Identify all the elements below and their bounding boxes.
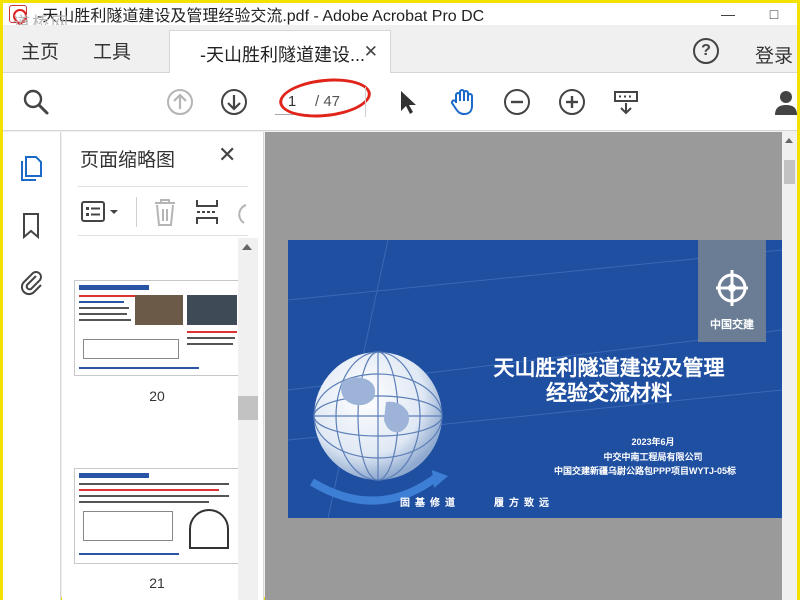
thumb-text [79,495,229,497]
window-controls: — □ [705,3,797,25]
menu-tools[interactable]: 工具 [93,37,131,64]
globe-graphic [309,351,448,505]
thumbnail-scrollbar[interactable] [238,238,258,600]
page-thumbnail-20[interactable] [74,280,240,376]
thumb-text [79,295,139,297]
thumb-text [79,319,131,321]
search-icon[interactable] [21,87,51,117]
thumbnail-label-20: 20 [149,388,165,404]
thumb-heading [79,473,149,478]
document-tab-label: -天山胜利隧道建设... [200,45,365,65]
window-title-bar: 道桥网 -天山胜利隧道建设及管理经验交流.pdf - Adobe Acrobat… [3,3,797,34]
slide-date: 2023年6月 [631,437,675,447]
thumb-text [79,367,199,369]
thumb-diagram [83,511,173,541]
logo-text: 中国交建 [710,319,754,331]
document-scrollbar-thumb[interactable] [784,160,795,184]
page-thumbnails-panel: 页面缩略图 ✕ 20 21 [62,132,264,600]
window-title: -天山胜利隧道建设及管理经验交流.pdf - Adobe Acrobat Pro… [37,8,485,25]
thumb-heading [79,285,149,290]
select-pointer-icon[interactable] [393,87,423,117]
share-user-icon[interactable] [775,87,797,117]
thumb-diagram [83,339,179,359]
help-icon[interactable]: ? [693,38,719,64]
thumb-text [79,483,229,485]
page-display-icon[interactable] [611,87,641,117]
slide-slogan-left: 固基修道 [400,498,460,509]
page-up-icon[interactable] [165,87,195,117]
panel-close-icon[interactable]: ✕ [218,142,236,168]
thumb-text [187,331,237,333]
menu-home[interactable]: 主页 [21,37,59,64]
thumb-text [187,337,235,339]
thumb-text [79,501,209,503]
page-thumbnail-21[interactable] [74,468,240,564]
document-tab[interactable]: -天山胜利隧道建设... ✕ [169,30,391,74]
slide-company: 中交中南工程局有限公司 [603,452,703,462]
thumb-text [79,307,129,309]
login-link[interactable]: 登录 [755,41,793,68]
thumb-photo [187,295,237,325]
slide-title-line-2: 经验交流材料 [546,381,672,405]
scroll-up-arrow-icon[interactable] [242,244,252,250]
maximize-button[interactable]: □ [751,3,797,25]
slide-project: 中国交建新疆乌尉公路包PPP项目WYTJ-05标 [553,466,737,476]
toolbar-divider [365,87,366,117]
thumbnail-toolbar [78,186,248,236]
thumb-text [79,489,219,491]
tab-close-icon[interactable]: ✕ [364,42,378,62]
panel-title: 页面缩略图 [80,150,176,171]
slide-title-line-1: 天山胜利隧道建设及管理 [493,356,725,380]
thumb-text [79,313,127,315]
thumb-text [187,343,233,345]
left-navigation-rail [3,132,61,600]
thumbnail-options-icon[interactable] [80,199,120,225]
doc-scroll-up-icon[interactable] [785,138,793,143]
china-communications-logo-icon [716,270,748,306]
hand-tool-icon[interactable] [447,87,477,117]
bookmark-icon[interactable] [16,210,46,240]
minimize-button[interactable]: — [705,3,751,25]
pdf-page-cover-slide: 中国交建 天山胜利隧道建设及管理 经验交流材料 2023年6月 中交中南工程局有… [288,240,782,518]
slide-title: 天山胜利隧道建设及管理 经验交流材料 [448,356,770,406]
thumb-tunnel-section [189,509,229,549]
tool-divider [136,197,137,227]
page-down-icon[interactable] [219,87,249,117]
slide-slogan-right: 履方致远 [494,498,554,509]
thumb-text [79,301,124,303]
thumb-text [79,553,179,555]
page-thumbnails-icon[interactable] [16,152,46,182]
menu-tab-bar: 主页 工具 -天山胜利隧道建设... ✕ ? 登录 [3,25,797,74]
delete-page-icon[interactable] [152,197,178,227]
thumbnail-label-21: 21 [149,575,165,591]
company-logo: 中国交建 [698,240,766,342]
main-toolbar: / 47 [3,73,797,131]
zoom-out-icon[interactable] [502,87,532,117]
extract-page-icon[interactable] [194,197,220,227]
attachment-icon[interactable] [16,266,46,296]
rotate-page-icon[interactable] [232,199,248,225]
thumbnail-scrollbar-thumb[interactable] [238,396,258,420]
document-scrollbar[interactable] [782,132,797,600]
thumb-photo [135,295,183,325]
zoom-in-icon[interactable] [557,87,587,117]
